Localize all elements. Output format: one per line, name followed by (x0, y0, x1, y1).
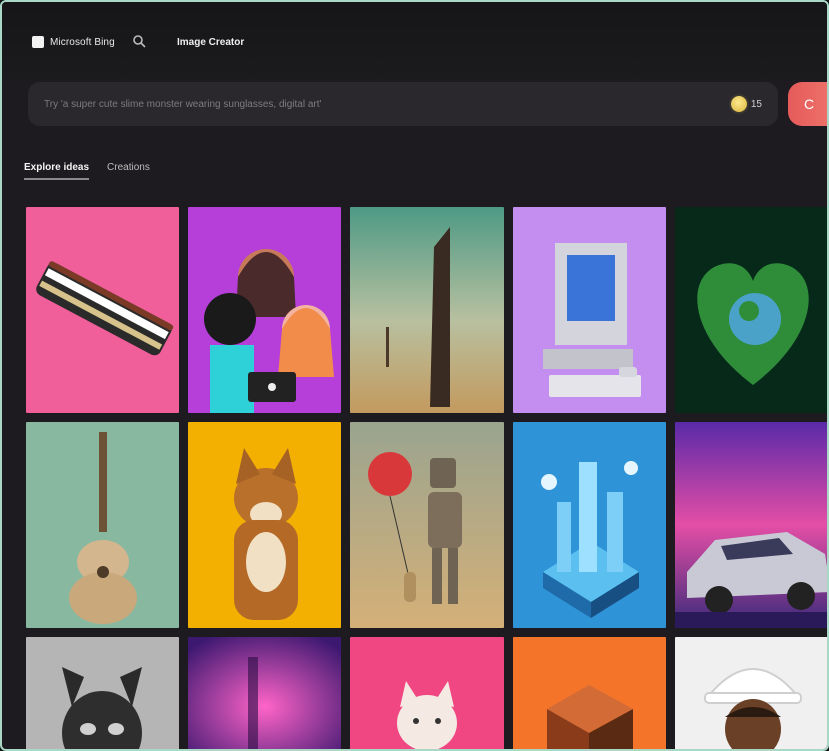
gallery-tile-person-hat[interactable] (675, 637, 827, 749)
gallery-tile-isometric-city[interactable] (513, 422, 666, 628)
gallery-tile-retro-computer[interactable] (513, 207, 666, 413)
gallery-tile-green-heart[interactable] (675, 207, 827, 413)
gallery-tile-bracelet[interactable] (26, 207, 179, 413)
gallery-tile-guitar[interactable] (26, 422, 179, 628)
gallery-tile-desert-tower[interactable] (350, 207, 504, 413)
gallery-tile-shiba-dog[interactable] (188, 422, 341, 628)
gallery-tile-cartoon-friends[interactable] (188, 207, 341, 413)
app-frame: Microsoft Bing Image Creator 15 C Explor… (0, 0, 829, 751)
gallery-tile-retro-car[interactable] (675, 422, 827, 628)
gallery-tile-orange-box[interactable] (513, 637, 666, 749)
gallery-tile-robot-balloon[interactable] (350, 422, 504, 628)
gallery-tile-cat[interactable] (350, 637, 504, 749)
gallery-tile-purple-stage[interactable] (188, 637, 341, 749)
image-gallery (2, 2, 827, 749)
gallery-tile-horned-mask[interactable] (26, 637, 179, 749)
